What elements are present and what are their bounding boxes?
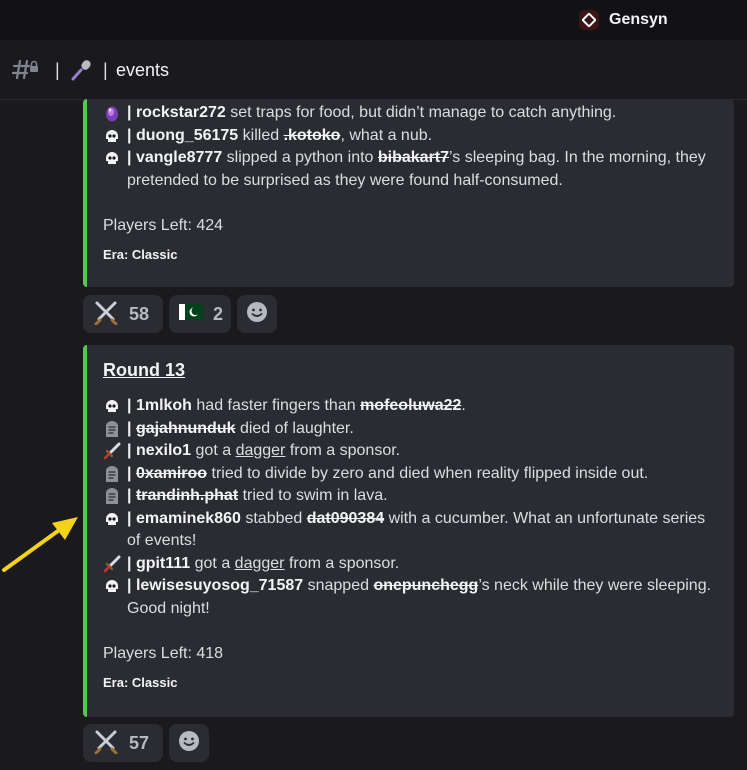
reaction-bar: 57 — [83, 724, 209, 762]
username[interactable]: rockstar272 — [136, 104, 226, 121]
purple-orb-icon — [103, 104, 121, 122]
separator: | — [127, 419, 132, 437]
crossed-swords-icon — [93, 728, 119, 759]
dagger-icon — [103, 442, 121, 460]
username[interactable]: emaminek860 — [136, 510, 241, 527]
victim-username[interactable]: mofeoluwa22 — [360, 397, 461, 414]
event-line: | vangle8777 slipped a python into bibak… — [103, 147, 718, 192]
server-name: Gensyn — [609, 11, 668, 28]
event-text: . — [461, 397, 466, 414]
victim-username[interactable]: 0xamiroo — [136, 465, 207, 482]
event-line: | 0xamiroo tried to divide by zero and d… — [103, 463, 718, 486]
event-line: | 1mlkoh had faster fingers than mofeolu… — [103, 395, 718, 418]
username[interactable]: lewisesuyosog_71587 — [136, 577, 303, 594]
event-text: from a sponsor. — [284, 554, 400, 572]
separator: | — [127, 397, 132, 414]
reaction-pakistan-flag[interactable]: 2 — [169, 295, 231, 333]
event-line: | lewisesuyosog_71587 snapped onepuncheg… — [103, 575, 718, 620]
tombstone-icon — [103, 465, 121, 483]
smiley-icon — [178, 730, 200, 757]
separator: | — [127, 104, 132, 121]
reaction-count: 2 — [213, 303, 224, 324]
victim-username[interactable]: dat090384 — [307, 510, 384, 527]
add-reaction-button[interactable] — [169, 724, 209, 762]
event-text: stabbed — [240, 509, 307, 527]
event-text: , what a nub. — [340, 126, 433, 144]
event-text: killed — [238, 126, 284, 144]
separator: | — [127, 577, 132, 594]
microphone-icon — [70, 58, 94, 87]
dagger-icon — [103, 555, 121, 573]
event-line: | emaminek860 stabbed dat090384 with a c… — [103, 508, 718, 553]
separator: | — [127, 442, 132, 459]
text-channel-locked-icon — [11, 57, 40, 86]
channel-name[interactable]: events — [116, 60, 169, 81]
reaction-count: 58 — [129, 303, 150, 324]
victim-username[interactable]: onepunchegg — [373, 577, 478, 594]
separator: | — [127, 126, 132, 144]
event-embed: | rockstar272 set traps for food, but di… — [83, 99, 734, 287]
channel-separator: | — [55, 60, 60, 80]
annotation-arrow-icon — [2, 517, 78, 572]
separator: | — [127, 149, 132, 166]
event-text: died of laughter. — [235, 419, 354, 437]
era-label: Era: Classic — [103, 675, 178, 690]
event-text: had faster fingers than — [191, 397, 361, 414]
username[interactable]: duong_56175 — [136, 127, 238, 144]
event-line: | nexilo1 got a dagger from a sponsor. — [103, 440, 718, 463]
event-text: got a — [190, 554, 235, 572]
username[interactable]: vangle8777 — [136, 149, 222, 166]
username[interactable]: 1mlkoh — [136, 397, 192, 414]
separator: | — [127, 464, 132, 482]
victim-username[interactable]: trandinh.phat — [136, 487, 238, 504]
channel-separator: | — [103, 60, 108, 80]
tombstone-icon — [103, 420, 121, 438]
event-line: | gpit111 got a dagger from a sponsor. — [103, 553, 718, 576]
reaction-bar: 58 2 — [83, 295, 277, 333]
separator: | — [127, 554, 132, 572]
add-reaction-button[interactable] — [237, 295, 277, 333]
event-text: got a — [191, 442, 236, 459]
event-text: tried to swim in lava. — [238, 487, 388, 504]
smiley-icon — [246, 301, 268, 328]
reaction-crossed-swords[interactable]: 57 — [83, 724, 163, 762]
event-text: snapped — [303, 577, 374, 594]
skull-icon — [103, 127, 121, 145]
tombstone-icon — [103, 487, 121, 505]
reaction-crossed-swords[interactable]: 58 — [83, 295, 163, 333]
victim-username[interactable]: bibakart7 — [378, 149, 449, 166]
event-line: | gajahnunduk died of laughter. — [103, 418, 718, 441]
victim-username[interactable]: .kotoko — [284, 127, 341, 144]
pakistan-flag-icon — [179, 303, 203, 325]
event-text: set traps for food, but didn’t manage to… — [225, 104, 617, 121]
item-name: dagger — [234, 554, 285, 572]
skull-icon — [103, 149, 121, 167]
event-embed: Round 13 | 1mlkoh had faster fingers tha… — [83, 345, 734, 717]
separator: | — [127, 487, 132, 504]
username[interactable]: gpit111 — [136, 555, 190, 572]
top-bar: Gensyn — [0, 0, 747, 40]
item-name: dagger — [235, 442, 286, 459]
players-left: Players Left: 418 — [103, 645, 224, 662]
server-header[interactable]: Gensyn — [579, 9, 668, 31]
reaction-count: 57 — [129, 732, 150, 753]
event-line: | duong_56175 killed .kotoko, what a nub… — [103, 125, 718, 148]
players-left: Players Left: 424 — [103, 217, 224, 234]
crossed-swords-icon — [93, 299, 119, 330]
victim-username[interactable]: gajahnunduk — [136, 420, 236, 437]
channel-header: | | events — [0, 41, 747, 100]
event-text: from a sponsor. — [285, 442, 401, 459]
round-title[interactable]: Round 13 — [103, 360, 718, 381]
event-text: slipped a python into — [222, 149, 378, 166]
event-line: | rockstar272 set traps for food, but di… — [103, 102, 718, 125]
event-text: tried to divide by zero and died when re… — [207, 464, 649, 482]
skull-icon — [103, 577, 121, 595]
separator: | — [127, 509, 132, 527]
era-label: Era: Classic — [103, 247, 178, 262]
skull-icon — [103, 397, 121, 415]
username[interactable]: nexilo1 — [136, 442, 191, 459]
skull-icon — [103, 510, 121, 528]
gensyn-logo-icon — [579, 10, 599, 30]
event-line: | trandinh.phat tried to swim in lava. — [103, 485, 718, 508]
